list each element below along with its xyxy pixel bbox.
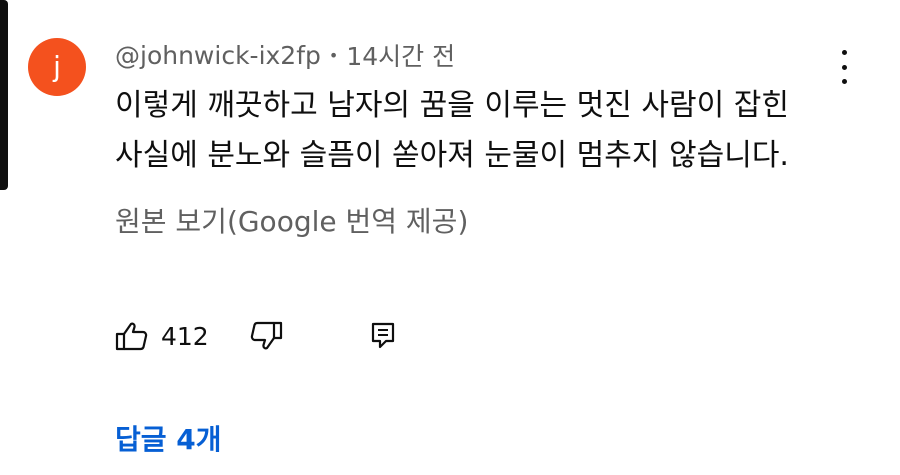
more-vertical-icon [841, 50, 847, 55]
thumbs-up-icon [115, 322, 148, 351]
comment-line: 사실에 분노와 슬픔이 쏟아져 눈물이 멈추지 않습니다. [115, 138, 789, 173]
see-original-link[interactable]: 원본 보기(Google 번역 제공) [115, 200, 468, 240]
avatar[interactable]: j [28, 38, 86, 96]
comment-timestamp[interactable]: 14시간 전 [346, 37, 455, 73]
like-button[interactable] [115, 321, 149, 351]
comment-actions: 412 [115, 318, 397, 354]
reply-button[interactable] [369, 321, 397, 351]
separator-dot: • [328, 45, 339, 65]
author-name[interactable]: @johnwick-ix2fp [115, 41, 321, 70]
avatar-initial: j [53, 50, 61, 83]
scroll-edge [0, 0, 8, 190]
dislike-button[interactable] [249, 321, 283, 351]
like-count: 412 [161, 321, 209, 351]
reply-icon [371, 322, 394, 349]
view-replies-button[interactable]: 답글 4개 [115, 418, 222, 458]
comment-text: 이렇게 깨끗하고 남자의 꿈을 이루는 멋진 사람이 잡힌 사실에 분노와 슬픔… [115, 81, 835, 181]
more-options-button[interactable] [832, 50, 856, 84]
comment-line: 이렇게 깨끗하고 남자의 꿈을 이루는 멋진 사람이 잡힌 [115, 88, 789, 123]
thumbs-down-icon [250, 321, 282, 350]
comment-header: @johnwick-ix2fp • 14시간 전 [115, 37, 455, 73]
